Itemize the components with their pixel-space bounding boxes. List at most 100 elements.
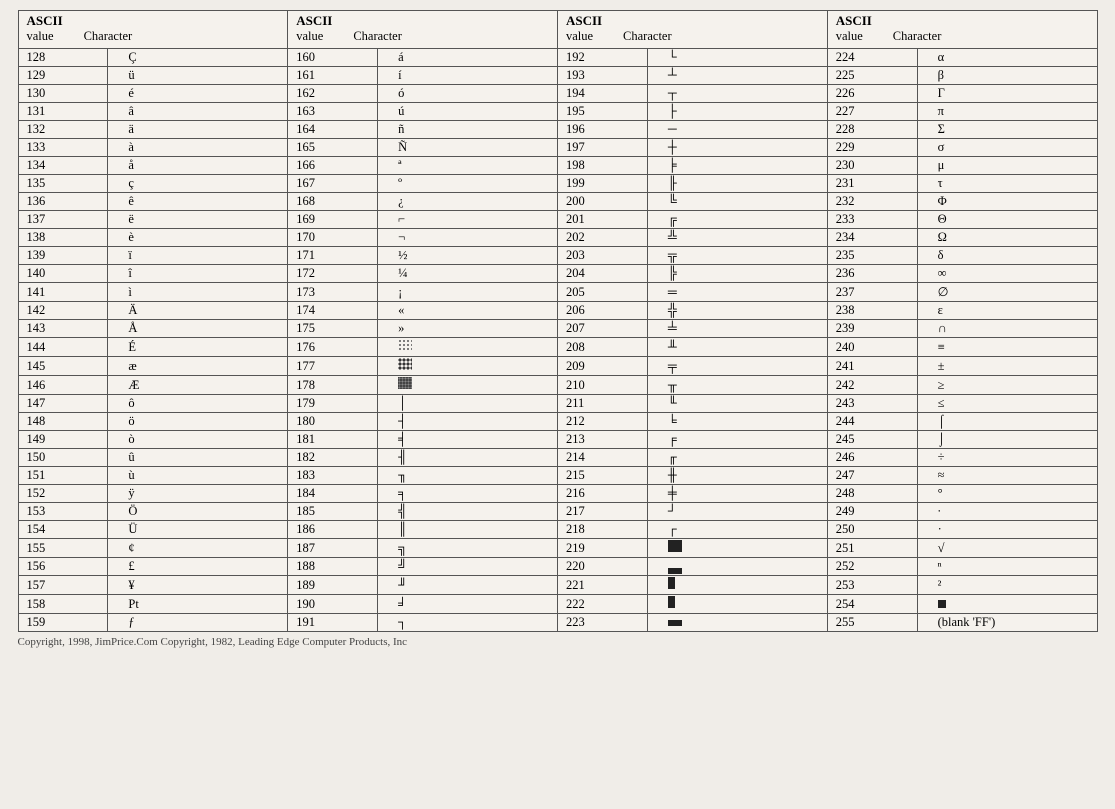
cell-char-25-3: ∙ [917, 503, 1097, 521]
char-glyph: ¬ [398, 230, 405, 244]
table-row: 139ï171½203╦235δ [18, 247, 1097, 265]
cell-char-26-1: ║ [378, 521, 558, 539]
char-glyph: ╬ [668, 303, 677, 317]
cell-char-2-0: é [108, 85, 288, 103]
cell-char-24-2: ╪ [647, 485, 827, 503]
cell-value-10-0: 138 [18, 229, 108, 247]
cell-value-5-2: 197 [557, 139, 647, 157]
char-glyph: ¡ [398, 285, 402, 299]
cell-value-14-0: 142 [18, 302, 108, 320]
char-glyph: ║ [398, 522, 407, 536]
char-glyph: ╚ [668, 194, 677, 208]
cell-char-30-0: Pt [108, 595, 288, 614]
cell-char-14-0: Ä [108, 302, 288, 320]
cell-char-28-0: £ [108, 558, 288, 576]
char-glyph: Pt [128, 597, 138, 611]
col4-value-label: value [836, 29, 863, 44]
char-glyph: ó [398, 86, 404, 100]
cell-char-7-0: ç [108, 175, 288, 193]
cell-char-22-0: û [108, 449, 288, 467]
cell-char-12-3: ∞ [917, 265, 1097, 283]
cell-char-30-3 [917, 595, 1097, 614]
cell-char-17-0: æ [108, 357, 288, 376]
char-glyph: ╜ [398, 578, 407, 592]
char-glyph: ╨ [668, 340, 677, 354]
char-glyph: ú [398, 104, 404, 118]
cell-char-16-3: ≡ [917, 338, 1097, 357]
col1-value-label: value [27, 29, 54, 44]
cell-value-13-1: 173 [288, 283, 378, 302]
cell-value-6-0: 134 [18, 157, 108, 175]
char-glyph: ä [128, 122, 134, 136]
cell-value-31-3: 255 [827, 614, 917, 632]
col2-header: ASCII value Character [288, 11, 558, 49]
cell-char-20-1: ┤ [378, 413, 558, 431]
cell-value-17-1: 177 [288, 357, 378, 376]
cell-value-29-2: 221 [557, 576, 647, 595]
char-glyph: ╠ [668, 266, 677, 280]
cell-value-11-3: 235 [827, 247, 917, 265]
cell-char-8-0: ê [108, 193, 288, 211]
cell-char-24-1: ╕ [378, 485, 558, 503]
cell-value-9-2: 201 [557, 211, 647, 229]
cell-value-20-3: 244 [827, 413, 917, 431]
cell-value-19-3: 243 [827, 395, 917, 413]
table-row: 134å166ª198╞230μ [18, 157, 1097, 175]
cell-char-21-3: ⌡ [917, 431, 1097, 449]
cell-char-1-0: ü [108, 67, 288, 85]
cell-value-31-2: 223 [557, 614, 647, 632]
char-glyph: ù [128, 468, 134, 482]
cell-value-16-3: 240 [827, 338, 917, 357]
cell-value-2-1: 162 [288, 85, 378, 103]
cell-char-31-3: (blank 'FF') [917, 614, 1097, 632]
char-glyph: á [398, 50, 404, 64]
cell-char-15-0: Å [108, 320, 288, 338]
cell-value-3-2: 195 [557, 103, 647, 121]
cell-char-11-3: δ [917, 247, 1097, 265]
cell-value-18-1: 178 [288, 376, 378, 395]
cell-value-26-2: 218 [557, 521, 647, 539]
cell-value-15-1: 175 [288, 320, 378, 338]
char-glyph: ╒ [668, 432, 677, 446]
table-row: 128Ç160á192└224α [18, 49, 1097, 67]
cell-char-9-0: ë [108, 211, 288, 229]
copyright-text: Copyright, 1998, JimPrice.Com Copyright,… [18, 636, 1098, 648]
cell-value-25-3: 249 [827, 503, 917, 521]
char-glyph: ╟ [668, 176, 677, 190]
char-glyph: ╥ [668, 378, 677, 392]
cell-char-18-0: Æ [108, 376, 288, 395]
cell-value-16-1: 176 [288, 338, 378, 357]
solid-top-half [668, 620, 682, 626]
col2-char-label: Character [353, 29, 402, 44]
cell-value-7-1: 167 [288, 175, 378, 193]
cell-value-8-0: 136 [18, 193, 108, 211]
char-glyph: ê [128, 194, 134, 208]
table-row: 140î172¼204╠236∞ [18, 265, 1097, 283]
cell-char-28-1: ╝ [378, 558, 558, 576]
col2-ascii-label: ASCII [296, 13, 549, 29]
cell-char-6-3: μ [917, 157, 1097, 175]
cell-value-1-3: 225 [827, 67, 917, 85]
char-glyph: ≤ [938, 396, 945, 410]
cell-char-31-0: ƒ [108, 614, 288, 632]
table-row: 142Ä174«206╬238ε [18, 302, 1097, 320]
col4-ascii-label: ASCII [836, 13, 1089, 29]
char-glyph: Æ [128, 378, 139, 392]
cell-value-3-1: 163 [288, 103, 378, 121]
char-glyph: ü [128, 68, 134, 82]
cell-char-31-2 [647, 614, 827, 632]
cell-char-21-2: ╒ [647, 431, 827, 449]
table-row: 154Ü186║218┌250· [18, 521, 1097, 539]
cell-value-6-3: 230 [827, 157, 917, 175]
cell-value-27-1: 187 [288, 539, 378, 558]
cell-char-7-3: τ [917, 175, 1097, 193]
col3-char-label: Character [623, 29, 672, 44]
char-glyph: ╓ [668, 450, 677, 464]
cell-value-13-2: 205 [557, 283, 647, 302]
char-glyph: Φ [938, 194, 947, 208]
char-glyph: ╘ [668, 414, 677, 428]
cell-char-9-1: ⌐ [378, 211, 558, 229]
char-glyph: ╗ [398, 541, 407, 555]
char-glyph: ╪ [668, 486, 677, 500]
char-glyph: ⌡ [938, 432, 946, 446]
